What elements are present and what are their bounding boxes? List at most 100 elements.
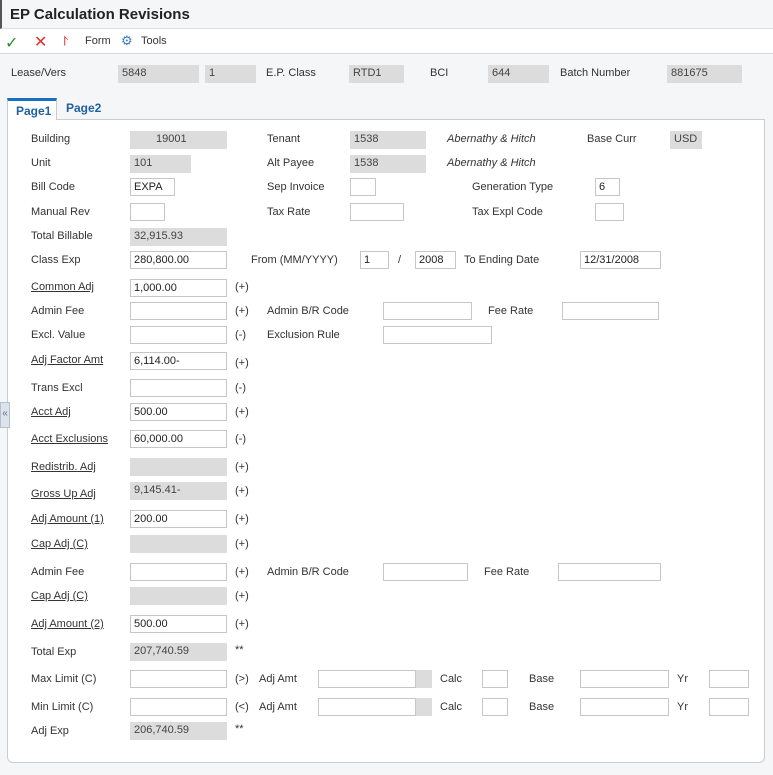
billcode-input[interactable]: EXPA [130, 178, 175, 196]
adjamt2-input[interactable]: 500.00 [130, 615, 227, 633]
commonadj-input[interactable]: 1,000.00 [130, 279, 227, 297]
min-adjamt-lookup-button[interactable] [416, 698, 432, 716]
plus-marker: (+) [235, 590, 249, 602]
basecurr-label: Base Curr [587, 133, 637, 145]
exclvalue-input[interactable] [130, 326, 227, 344]
tenant-label: Tenant [267, 133, 301, 145]
adminfee2-input[interactable] [130, 563, 227, 581]
max-yr-input[interactable] [709, 670, 749, 688]
exclvalue-label: Excl. Value [31, 329, 86, 341]
exclrule-label: Exclusion Rule [267, 329, 340, 341]
building-label: Building [31, 133, 71, 145]
tenant-field: 1538 [350, 131, 426, 149]
manualrev-input[interactable] [130, 203, 165, 221]
gt-marker: (>) [235, 673, 249, 685]
maxlimit-label: Max Limit (C) [31, 673, 97, 685]
acctexcl-input[interactable]: 60,000.00 [130, 430, 227, 448]
sepinv-label: Sep Invoice [267, 181, 325, 193]
epclass-field: RTD1 [349, 65, 404, 83]
collapse-panel-handle[interactable]: « [0, 402, 10, 428]
totalexp-field: 207,740.59 [130, 643, 227, 661]
minlimit-input[interactable] [130, 698, 227, 716]
adjamt1-input[interactable]: 200.00 [130, 510, 227, 528]
altpayee-name: Abernathy & Hitch [447, 157, 536, 169]
tools-menu-button[interactable]: Tools [141, 35, 167, 47]
sepinv-input[interactable] [350, 178, 376, 196]
date-slash: / [398, 254, 402, 266]
acctadj-link[interactable]: Acct Adj [31, 406, 71, 418]
tab-page2[interactable]: Page2 [58, 98, 109, 118]
plus-marker: (+) [235, 513, 249, 525]
gentype-input[interactable]: 6 [595, 178, 620, 196]
acctadj-input[interactable]: 500.00 [130, 403, 227, 421]
redistrib-link[interactable]: Redistrib. Adj [31, 461, 96, 473]
epclass-label: E.P. Class [266, 67, 316, 79]
min-adjamt-input[interactable] [318, 698, 416, 716]
toolbar [0, 29, 773, 54]
lease-label: Lease/Vers [11, 67, 67, 79]
max-adjamt-lookup-button[interactable] [416, 670, 432, 688]
to-date-label: To Ending Date [464, 254, 540, 266]
totalbill-field: 32,915.93 [130, 228, 227, 246]
max-calc-label: Calc [440, 673, 463, 685]
adminbr-input[interactable] [383, 302, 472, 320]
cancel-x-icon[interactable]: ✕ [34, 32, 47, 52]
adjfactor-input[interactable]: 6,114.00- [130, 352, 227, 370]
min-calc-label: Calc [440, 701, 463, 713]
ok-check-icon[interactable]: ✓ [5, 33, 18, 53]
plus-marker: (+) [235, 485, 249, 497]
plus-marker: (+) [235, 406, 249, 418]
manualrev-label: Manual Rev [31, 206, 90, 218]
capadj2-link[interactable]: Cap Adj (C) [31, 590, 88, 602]
commonadj-link[interactable]: Common Adj [31, 281, 94, 293]
taxexpl-input[interactable] [595, 203, 624, 221]
max-base-input[interactable] [580, 670, 669, 688]
adminfee-input[interactable] [130, 302, 227, 320]
taxexpl-label: Tax Expl Code [472, 206, 543, 218]
from-label: From (MM/YYYY) [251, 254, 338, 266]
adminbr2-input[interactable] [383, 563, 468, 581]
maxlimit-input[interactable] [130, 670, 227, 688]
from-year-input[interactable]: 2008 [415, 251, 456, 269]
taxrate-label: Tax Rate [267, 206, 311, 218]
max-yr-label: Yr [677, 673, 688, 685]
classexp-input[interactable]: 280,800.00 [130, 251, 227, 269]
to-date-input[interactable]: 12/31/2008 [580, 251, 661, 269]
taxrate-input[interactable] [350, 203, 404, 221]
tab-page1[interactable]: Page1 [7, 98, 57, 120]
feerate2-input[interactable] [558, 563, 661, 581]
grossup-link[interactable]: Gross Up Adj [31, 488, 96, 500]
building-field: 19001 [130, 131, 227, 149]
feerate2-label: Fee Rate [484, 566, 530, 578]
adjfactor-link[interactable]: Adj Factor Amt [31, 354, 103, 366]
altpayee-field: 1538 [350, 155, 426, 173]
plus-marker: (+) [235, 538, 249, 550]
adjexp-label: Adj Exp [31, 725, 69, 737]
max-adjamt-input[interactable] [318, 670, 416, 688]
min-adjamt-label: Adj Amt [259, 701, 297, 713]
form-menu-button[interactable]: Form [85, 35, 111, 47]
min-yr-input[interactable] [709, 698, 749, 716]
redistrib-field [130, 458, 227, 476]
form-menu-icon[interactable]: ⨡ [63, 33, 68, 49]
capadj-link[interactable]: Cap Adj (C) [31, 538, 88, 550]
adminfee2-label: Admin Fee [31, 566, 85, 578]
from-month-input[interactable]: 1 [360, 251, 389, 269]
classexp-label: Class Exp [31, 254, 81, 266]
exclrule-input[interactable] [383, 326, 492, 344]
max-calc-input[interactable] [482, 670, 508, 688]
min-calc-input[interactable] [482, 698, 508, 716]
adjamt2-link[interactable]: Adj Amount (2) [31, 618, 104, 630]
feerate-input[interactable] [562, 302, 659, 320]
billcode-label: Bill Code [31, 181, 76, 193]
lt-marker: (<) [235, 701, 249, 713]
transexcl-input[interactable] [130, 379, 227, 397]
bci-label: BCI [430, 67, 449, 79]
acctexcl-link[interactable]: Acct Exclusions [31, 433, 108, 445]
min-base-input[interactable] [580, 698, 669, 716]
plus-marker: (+) [235, 281, 249, 293]
tools-gear-icon[interactable]: ⚙ [121, 33, 133, 49]
plus-marker: (+) [235, 305, 249, 317]
adjamt1-link[interactable]: Adj Amount (1) [31, 513, 104, 525]
minus-marker: (-) [235, 382, 246, 394]
